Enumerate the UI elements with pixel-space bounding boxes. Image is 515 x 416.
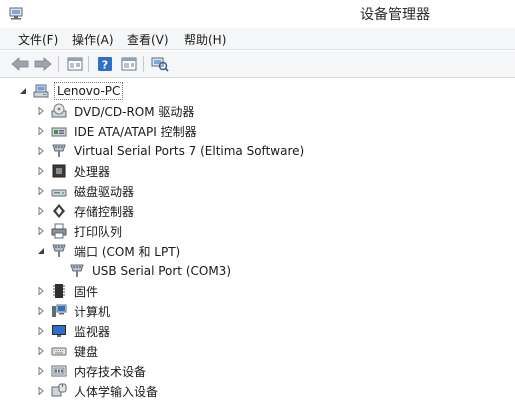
serial-port-icon (51, 143, 67, 159)
tree-item-processor[interactable]: 处理器 (36, 161, 112, 181)
tree-item-label: 存储控制器 (74, 204, 135, 219)
device-manager-app-icon (8, 5, 24, 21)
tree-item-storage[interactable]: 存储控制器 (36, 201, 136, 221)
expand-arrow-icon[interactable] (36, 286, 46, 296)
usb-serial-port-icon (69, 263, 85, 279)
tree-item-label: IDE ATA/ATAPI 控制器 (74, 124, 197, 139)
expand-arrow-icon[interactable] (36, 106, 46, 116)
properties-window-icon[interactable] (65, 54, 85, 74)
firmware-icon (51, 283, 67, 299)
expand-arrow-icon[interactable] (36, 326, 46, 336)
expand-arrow-icon[interactable] (36, 126, 46, 136)
device-tree: Lenovo-PC DVD/CD-ROM 驱动器 IDE ATA/ATAPI 控… (8, 80, 508, 416)
expand-arrow-icon[interactable] (36, 206, 46, 216)
tree-item-virtual-serial[interactable]: Virtual Serial Ports 7 (Eltima Software) (36, 141, 306, 161)
expand-arrow-icon[interactable] (36, 386, 46, 396)
expand-arrow-icon[interactable] (36, 346, 46, 356)
tree-item-label: 端口 (COM 和 LPT) (74, 244, 181, 259)
tree-child-usb-serial[interactable]: USB Serial Port (COM3) (69, 261, 233, 281)
tree-item-memory-tech[interactable]: 内存技术设备 (36, 361, 148, 381)
tree-item-label: Virtual Serial Ports 7 (Eltima Software) (74, 144, 305, 158)
expand-arrow-icon[interactable] (36, 226, 46, 236)
menu-bar: 文件(F) 操作(A) 查看(V) 帮助(H) (0, 28, 515, 50)
expand-arrow-icon[interactable] (36, 306, 46, 316)
tree-item-computer[interactable]: 计算机 (36, 301, 112, 321)
help-icon[interactable]: ? (95, 54, 115, 74)
tree-root-label: Lenovo-PC (54, 82, 124, 100)
forward-arrow-icon[interactable] (33, 54, 53, 74)
menu-file[interactable]: 文件(F) (16, 31, 60, 48)
expand-arrow-icon[interactable] (36, 186, 46, 196)
tree-item-monitor[interactable]: 监视器 (36, 321, 112, 341)
collapse-arrow-icon[interactable] (36, 246, 46, 256)
tree-item-ports[interactable]: 端口 (COM 和 LPT) (36, 241, 182, 261)
toolbar-separator (143, 56, 144, 72)
tree-item-label: 内存技术设备 (74, 364, 147, 379)
disk-drive-icon (51, 183, 67, 199)
expand-arrow-icon[interactable] (36, 166, 46, 176)
keyboard-icon (51, 343, 67, 359)
scan-hardware-icon[interactable] (150, 54, 170, 74)
tree-root[interactable]: Lenovo-PC (18, 81, 124, 101)
tree-item-label: 计算机 (74, 304, 111, 319)
memory-device-icon (51, 363, 67, 379)
tree-item-hid[interactable]: 人体学输入设备 (36, 381, 160, 401)
toolbar-separator (58, 56, 59, 72)
title-bar: 设备管理器 (0, 0, 515, 28)
tree-item-label: 处理器 (74, 164, 111, 179)
expand-arrow-icon[interactable] (36, 366, 46, 376)
collapse-arrow-icon[interactable] (18, 86, 28, 96)
menu-help[interactable]: 帮助(H) (182, 31, 228, 48)
toolbar-separator (88, 56, 89, 72)
window-title: 设备管理器 (360, 7, 430, 23)
svg-text:?: ? (102, 59, 108, 72)
menu-view[interactable]: 查看(V) (125, 31, 171, 48)
port-icon (51, 243, 67, 259)
dvd-drive-icon (51, 103, 67, 119)
hid-icon (51, 383, 67, 399)
tree-item-label: 固件 (74, 284, 99, 299)
tree-item-dvd[interactable]: DVD/CD-ROM 驱动器 (36, 101, 196, 121)
expand-arrow-icon[interactable] (36, 146, 46, 156)
tree-item-ide[interactable]: IDE ATA/ATAPI 控制器 (36, 121, 199, 141)
toolbar: ? (0, 51, 515, 78)
printer-icon (51, 223, 67, 239)
computer-root-icon (33, 83, 49, 99)
tree-item-print-queue[interactable]: 打印队列 (36, 221, 124, 241)
tree-child-label: USB Serial Port (COM3) (92, 264, 231, 278)
ide-controller-icon (51, 123, 67, 139)
details-window-icon[interactable] (119, 54, 139, 74)
storage-controller-icon (51, 203, 67, 219)
menu-action[interactable]: 操作(A) (70, 31, 116, 48)
tree-item-label: 打印队列 (74, 224, 123, 239)
tree-item-label: 人体学输入设备 (74, 384, 159, 399)
tree-item-label: DVD/CD-ROM 驱动器 (74, 104, 195, 119)
tree-item-label: 磁盘驱动器 (74, 184, 135, 199)
back-arrow-icon[interactable] (10, 54, 30, 74)
tree-item-firmware[interactable]: 固件 (36, 281, 100, 301)
tree-item-label: 键盘 (74, 344, 99, 359)
computer-icon (51, 303, 67, 319)
monitor-icon (51, 323, 67, 339)
processor-icon (51, 163, 67, 179)
tree-item-label: 监视器 (74, 324, 111, 339)
tree-item-disk[interactable]: 磁盘驱动器 (36, 181, 136, 201)
tree-item-keyboard[interactable]: 键盘 (36, 341, 100, 361)
